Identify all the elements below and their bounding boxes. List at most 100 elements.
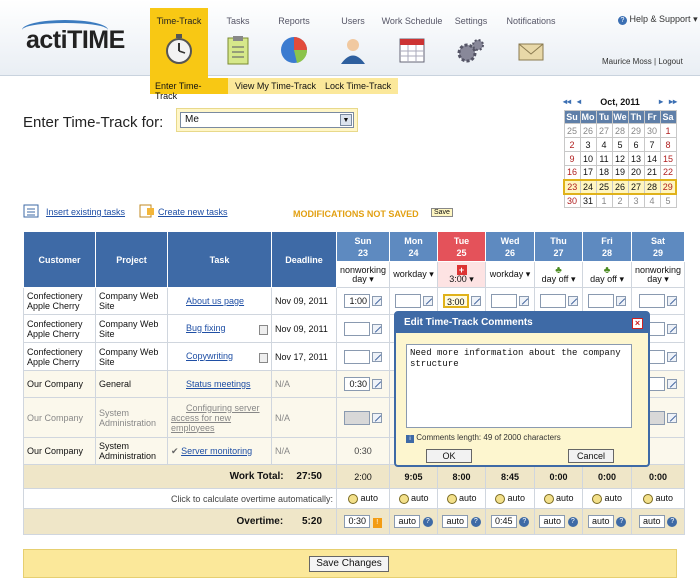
calendar-day[interactable]: 22 (659, 165, 677, 180)
calendar-day[interactable]: 3 (579, 137, 597, 152)
calendar-day[interactable]: 1 (659, 123, 677, 138)
day-type[interactable]: ♣ day off ▾ (534, 261, 584, 288)
status-save-button[interactable]: Save (431, 208, 453, 217)
calendar-day[interactable]: 11 (595, 151, 613, 166)
cancel-button[interactable]: Cancel (568, 449, 614, 463)
comment-pencil-icon[interactable] (372, 412, 383, 423)
comment-pencil-icon[interactable] (372, 379, 383, 389)
day-type[interactable]: ♣ day off ▾ (582, 261, 633, 288)
subtab-view-my-time-track[interactable]: View My Time-Track (235, 81, 316, 91)
time-input[interactable]: 0:30 (344, 377, 371, 391)
help-support-link[interactable]: ? Help & Support ▾ (618, 14, 698, 25)
user-name-link[interactable]: Maurice Moss (602, 57, 652, 66)
actitime-logo[interactable]: actiTIME (22, 20, 125, 55)
auto-calc-link[interactable]: auto (656, 493, 674, 503)
task-note-icon[interactable] (259, 352, 268, 363)
calendar-day[interactable]: 3 (627, 193, 645, 208)
calendar-day[interactable]: 5 (611, 137, 629, 152)
calendar-day[interactable]: 19 (611, 165, 629, 180)
calendar-day[interactable]: 8 (659, 137, 677, 152)
close-icon[interactable]: × (632, 318, 643, 329)
time-input[interactable] (539, 294, 566, 308)
help-icon[interactable]: ? (519, 516, 530, 527)
time-input[interactable] (344, 321, 371, 336)
subtab-lock-time-track[interactable]: Lock Time-Track (325, 81, 391, 91)
calendar-day[interactable]: 15 (659, 151, 677, 166)
tab-time-track[interactable]: Time-Track (150, 8, 208, 82)
tab-tasks[interactable]: Tasks (208, 8, 268, 72)
calendar-day[interactable]: 9 (563, 151, 581, 166)
deadline-header[interactable]: Deadline (271, 231, 337, 288)
task-link[interactable]: Configuring server access for new employ… (171, 403, 260, 433)
task-link[interactable]: Bug fixing (186, 323, 226, 333)
tab-work-schedule[interactable]: Work Schedule (381, 8, 443, 72)
subtab-enter-time-track[interactable]: Enter Time-Track (150, 78, 228, 101)
calendar-day[interactable]: 2 (563, 137, 581, 152)
help-icon[interactable]: ? (567, 516, 578, 527)
day-type[interactable]: workday ▾ (389, 261, 439, 288)
overtime-input[interactable]: 0:30 (344, 515, 371, 528)
calendar-day[interactable]: 24 (579, 178, 597, 195)
calendar-day[interactable]: 30 (643, 123, 661, 138)
next-month-icon[interactable]: ▸ (659, 97, 663, 106)
time-input[interactable] (491, 294, 518, 308)
time-input[interactable]: 3:00 (442, 294, 469, 308)
calendar-day[interactable]: 27 (627, 178, 645, 195)
calendar-day[interactable]: 26 (579, 123, 597, 138)
prev-month-icon[interactable]: ◂ (577, 97, 581, 106)
comment-textarea[interactable]: Need more information about the company … (406, 344, 632, 428)
calendar-day[interactable]: 14 (643, 151, 661, 166)
calendar-day[interactable]: 29 (659, 178, 677, 195)
comment-pencil-icon[interactable] (422, 296, 433, 306)
comment-pencil-icon[interactable] (372, 351, 383, 362)
auto-calc-link[interactable]: auto (605, 493, 623, 503)
overtime-input[interactable]: auto (587, 515, 614, 528)
create-new-tasks-link[interactable]: Create new tasks (158, 207, 228, 217)
task-link[interactable]: About us page (186, 296, 244, 306)
auto-calc-cell[interactable]: auto (582, 488, 633, 509)
time-input[interactable] (588, 294, 615, 308)
calendar-day[interactable]: 27 (595, 123, 613, 138)
time-input[interactable] (344, 410, 371, 425)
insert-tasks-icon[interactable] (23, 203, 43, 222)
calendar-day[interactable]: 6 (627, 137, 645, 152)
comment-pencil-icon[interactable] (519, 296, 530, 306)
next-year-icon[interactable]: ▸▸ (669, 97, 677, 106)
calendar-day[interactable]: 20 (627, 165, 645, 180)
day-type[interactable]: nonworking day ▾ (631, 261, 686, 288)
customer-header[interactable]: Customer (23, 231, 96, 288)
calendar-day[interactable]: 26 (611, 178, 629, 195)
calendar-day[interactable]: 25 (595, 178, 613, 195)
tab-settings[interactable]: Settings (441, 8, 501, 72)
overtime-input[interactable]: auto (539, 515, 566, 528)
overtime-input[interactable]: auto (638, 515, 665, 528)
time-input[interactable]: 1:00 (344, 294, 371, 308)
calendar-day[interactable]: 16 (563, 165, 581, 180)
tab-notifications[interactable]: Notifications (500, 8, 562, 72)
calendar-day[interactable]: 28 (611, 123, 629, 138)
day-type[interactable]: workday ▾ (485, 261, 536, 288)
auto-calc-link[interactable]: auto (459, 493, 477, 503)
project-header[interactable]: Project (95, 231, 168, 288)
time-input[interactable] (394, 294, 421, 308)
auto-calc-cell[interactable]: auto (437, 488, 487, 509)
prev-year-icon[interactable]: ◂◂ (563, 97, 571, 106)
calendar-day[interactable]: 21 (643, 165, 661, 180)
comment-pencil-icon[interactable] (667, 351, 678, 362)
calendar-day[interactable]: 29 (627, 123, 645, 138)
comment-pencil-icon[interactable] (616, 296, 627, 306)
task-header[interactable]: Task (167, 231, 272, 288)
auto-calc-link[interactable]: auto (361, 493, 379, 503)
calendar-day[interactable]: 4 (595, 137, 613, 152)
help-icon[interactable]: ? (616, 516, 627, 527)
calendar-day[interactable]: 17 (579, 165, 597, 180)
user-select[interactable]: Me (180, 112, 354, 128)
auto-calc-cell[interactable]: auto (335, 488, 391, 509)
insert-existing-tasks-link[interactable]: Insert existing tasks (46, 207, 125, 217)
calendar-day[interactable]: 13 (627, 151, 645, 166)
day-type[interactable]: nonworking day ▾ (335, 261, 391, 288)
task-note-icon[interactable] (259, 324, 268, 335)
logout-link[interactable]: Logout (658, 57, 682, 66)
save-changes-button[interactable]: Save Changes (309, 556, 389, 572)
help-icon[interactable]: ? (667, 516, 678, 527)
